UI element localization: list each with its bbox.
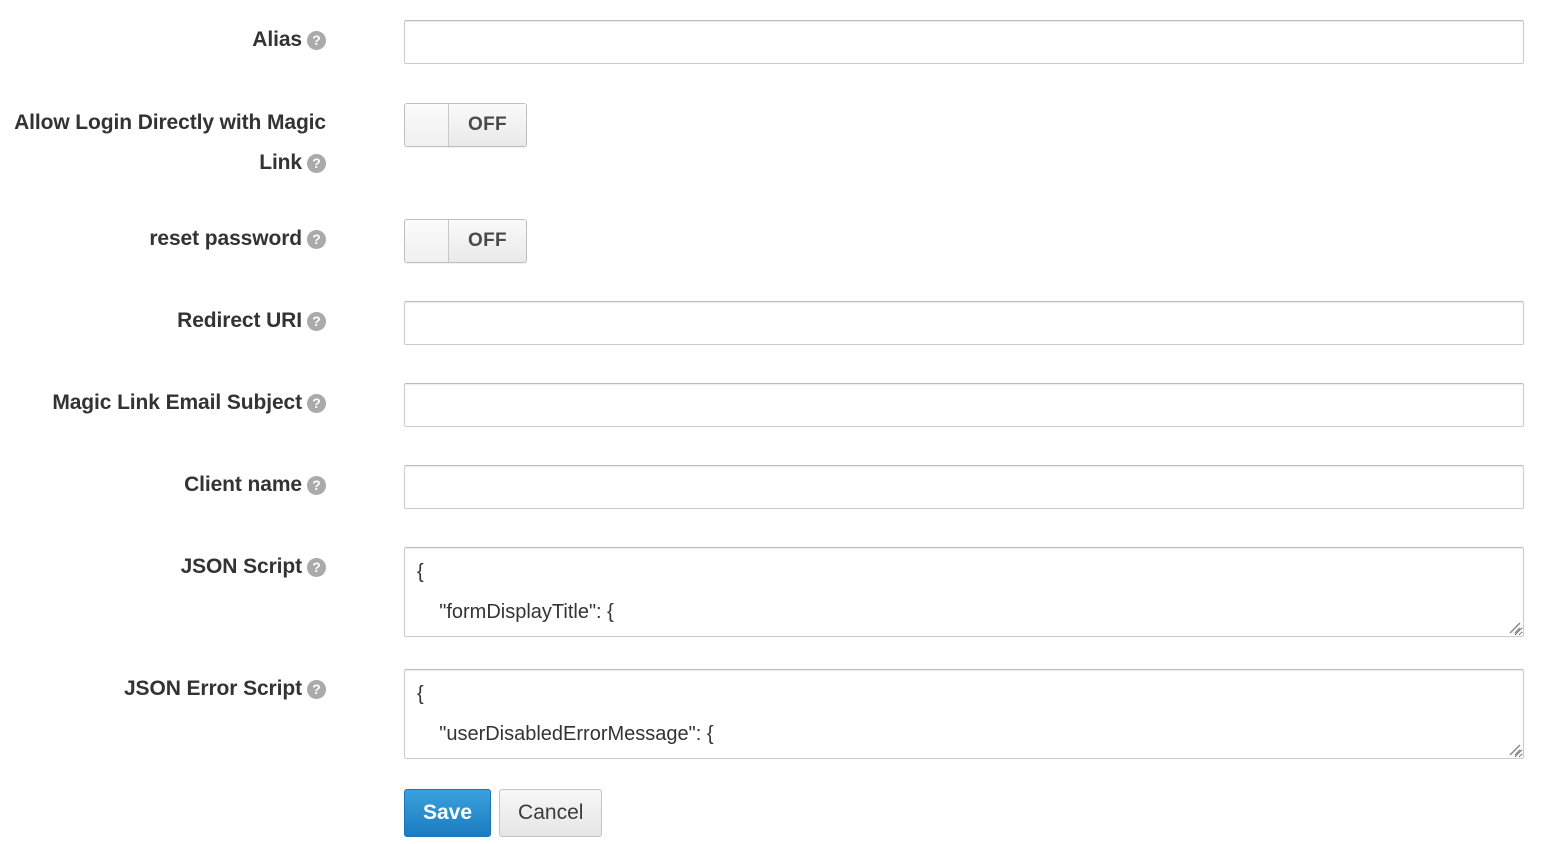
toggle-state-label: OFF <box>449 220 526 262</box>
help-icon[interactable]: ? <box>307 154 326 173</box>
label-json-error-script-text: JSON Error Script <box>123 677 302 700</box>
client-name-input[interactable] <box>404 465 1524 509</box>
label-allow-login-directly-with-magic-link: Allow Login Directly with Magic Link? <box>0 103 326 183</box>
form-row-reset-password: reset password? OFF <box>0 219 1558 267</box>
label-json-script: JSON Script? <box>0 547 326 587</box>
label-reset-password-text: reset password <box>149 227 302 250</box>
toggle-knob <box>405 104 449 146</box>
toggle-state-label: OFF <box>449 104 526 146</box>
control-redirect-uri <box>326 301 1558 345</box>
form-row-client-name: Client name? <box>0 465 1558 509</box>
label-reset-password: reset password? <box>0 219 326 259</box>
form-row-allow-login-directly-with-magic-link: Allow Login Directly with Magic Link? OF… <box>0 103 1558 183</box>
control-allow-login-directly-with-magic-link: OFF <box>326 103 1558 151</box>
label-redirect-uri-text: Redirect URI <box>177 309 302 332</box>
control-client-name <box>326 465 1558 509</box>
form-row-json-error-script: JSON Error Script? <box>0 669 1558 759</box>
help-icon[interactable]: ? <box>307 312 326 331</box>
help-icon[interactable]: ? <box>307 230 326 249</box>
label-alias-text: Alias <box>252 28 302 51</box>
control-reset-password: OFF <box>326 219 1558 267</box>
json-error-script-textarea[interactable] <box>404 669 1524 759</box>
form-row-alias: Alias? <box>0 20 1558 64</box>
json-script-textarea[interactable] <box>404 547 1524 637</box>
label-client-name: Client name? <box>0 465 326 505</box>
control-json-error-script <box>326 669 1558 759</box>
control-json-script <box>326 547 1558 637</box>
alias-input[interactable] <box>404 20 1524 64</box>
form-row-magic-link-email-subject: Magic Link Email Subject? <box>0 383 1558 427</box>
allow-login-directly-with-magic-link-toggle[interactable]: OFF <box>404 103 527 147</box>
label-json-script-text: JSON Script <box>180 555 303 578</box>
help-icon[interactable]: ? <box>307 680 326 699</box>
label-allow-login-directly-with-magic-link-text: Allow Login Directly with Magic Link <box>14 111 326 174</box>
redirect-uri-input[interactable] <box>404 301 1524 345</box>
label-magic-link-email-subject-text: Magic Link Email Subject <box>52 391 302 414</box>
help-icon[interactable]: ? <box>307 558 326 577</box>
form-row-json-script: JSON Script? <box>0 547 1558 637</box>
form-actions: Save Cancel <box>404 789 603 837</box>
json-error-script-wrapper <box>404 669 1524 759</box>
control-alias <box>326 20 1558 64</box>
magic-link-settings-form: Alias? Allow Login Directly with Magic L… <box>0 0 1558 844</box>
label-redirect-uri: Redirect URI? <box>0 301 326 341</box>
help-icon[interactable]: ? <box>307 31 326 50</box>
toggle-knob <box>405 220 449 262</box>
save-button[interactable]: Save <box>404 789 492 837</box>
help-icon[interactable]: ? <box>307 476 326 495</box>
label-alias: Alias? <box>0 20 326 60</box>
cancel-button[interactable]: Cancel <box>499 789 603 837</box>
label-client-name-text: Client name <box>184 473 302 496</box>
help-icon[interactable]: ? <box>307 394 326 413</box>
form-row-redirect-uri: Redirect URI? <box>0 301 1558 345</box>
json-script-wrapper <box>404 547 1524 637</box>
control-magic-link-email-subject <box>326 383 1558 427</box>
reset-password-toggle[interactable]: OFF <box>404 219 527 263</box>
label-json-error-script: JSON Error Script? <box>0 669 326 709</box>
magic-link-email-subject-input[interactable] <box>404 383 1524 427</box>
label-magic-link-email-subject: Magic Link Email Subject? <box>0 383 326 423</box>
